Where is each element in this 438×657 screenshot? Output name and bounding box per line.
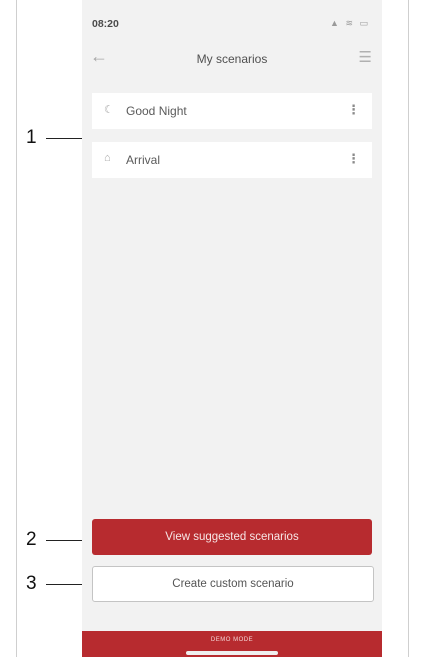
building-icon: ⌂ — [104, 152, 111, 164]
callout-3-label: 3 — [26, 573, 37, 594]
home-indicator — [186, 651, 278, 655]
create-custom-scenario-button[interactable]: Create custom scenario — [92, 566, 374, 602]
view-suggested-scenarios-button[interactable]: View suggested scenarios — [92, 519, 372, 555]
page-title: My scenarios — [196, 52, 268, 66]
status-time: 08:20 — [92, 18, 119, 30]
scenario-label: Good Night — [126, 104, 187, 118]
hamburger-menu-icon[interactable]: ☰ — [359, 48, 372, 66]
app-bar: ← My scenarios ☰ — [82, 44, 382, 74]
scenario-list: ⌂ Arrival ⋮ — [92, 142, 372, 178]
scenario-list: ☾ Good Night ⋮ — [92, 93, 372, 129]
demo-mode-label: DEMO MODE — [210, 637, 254, 643]
status-bar: 08:20 ▲ ≋ ▭ — [82, 0, 382, 38]
frame-left-border — [16, 0, 17, 657]
scenario-label: Arrival — [126, 153, 161, 167]
scenario-item-good-night[interactable]: ☾ Good Night ⋮ — [92, 93, 372, 129]
callout-2-label: 2 — [26, 529, 37, 550]
scenario-item-arrival[interactable]: ⌂ Arrival ⋮ — [92, 142, 372, 178]
callout-1-label: 1 — [26, 127, 37, 148]
demo-mode-bar: DEMO MODE — [82, 631, 382, 657]
status-icons: ▲ ≋ ▭ — [330, 18, 370, 28]
more-options-icon[interactable]: ⋮ — [347, 102, 360, 118]
more-options-icon[interactable]: ⋮ — [347, 151, 360, 167]
moon-cloud-icon: ☾ — [104, 104, 114, 116]
phone-screen: 08:20 ▲ ≋ ▭ ← My scenarios ☰ ☾ Good Nigh… — [82, 0, 382, 657]
frame-right-border — [408, 0, 409, 657]
